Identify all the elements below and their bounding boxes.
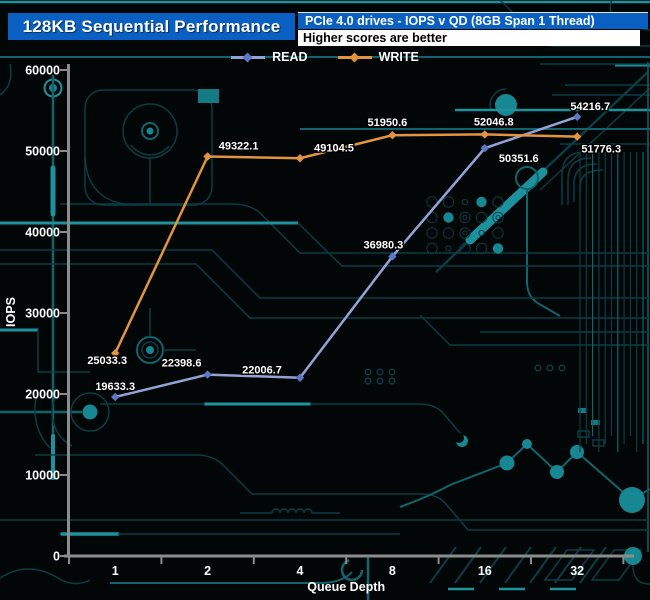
- data-point-marker: [573, 112, 582, 122]
- data-point-label: 51776.3: [581, 144, 621, 156]
- x-tick-label: 4: [297, 564, 304, 578]
- data-point-label: 22398.6: [162, 358, 202, 370]
- y-tick-label: 20000: [25, 388, 60, 402]
- data-point-label: 25033.3: [87, 355, 127, 367]
- x-tick-label: 2: [204, 564, 211, 578]
- data-point-marker: [203, 370, 212, 379]
- y-tick-label: 0: [53, 550, 60, 564]
- y-tick-label: 30000: [25, 307, 60, 321]
- data-point-marker: [111, 392, 120, 402]
- data-point-label: 49322.1: [219, 140, 259, 152]
- y-tick-label: 60000: [25, 64, 60, 78]
- y-tick-label: 50000: [25, 145, 60, 159]
- x-axis-title: Queue Depth: [307, 580, 385, 594]
- y-axis-title: IOPS: [4, 297, 18, 327]
- x-tick-label: 1: [112, 564, 119, 578]
- data-point-marker: [480, 130, 489, 139]
- x-tick-label: 8: [389, 564, 396, 578]
- y-tick-label: 10000: [25, 469, 60, 483]
- data-point-marker: [388, 131, 397, 140]
- data-point-label: 49104.5: [314, 142, 354, 154]
- data-point-marker: [573, 132, 582, 141]
- data-point-marker: [295, 154, 305, 163]
- data-point-label: 51950.6: [368, 117, 408, 129]
- x-tick-label: 16: [478, 564, 492, 578]
- x-tick-label: 32: [570, 564, 584, 578]
- data-point-label: 36980.3: [364, 239, 404, 251]
- performance-line-chart: 0 10000 20000 30000 40000 50000 60000 1 2 4 8 16 32 Q…: [4, 64, 634, 594]
- data-point-label: 54216.7: [570, 101, 610, 113]
- data-point-label: 52046.8: [474, 116, 514, 128]
- data-point-label: 50351.6: [499, 153, 539, 165]
- data-point-label: 22006.7: [242, 365, 282, 377]
- series-write: 25033.3 49322.1 49104.5 51950.6 52046.8 51776…: [86, 115, 623, 369]
- y-tick-label: 40000: [25, 226, 60, 240]
- series-line: [113, 133, 579, 355]
- data-point-label: 19633.3: [95, 381, 135, 393]
- data-point-marker: [203, 152, 212, 161]
